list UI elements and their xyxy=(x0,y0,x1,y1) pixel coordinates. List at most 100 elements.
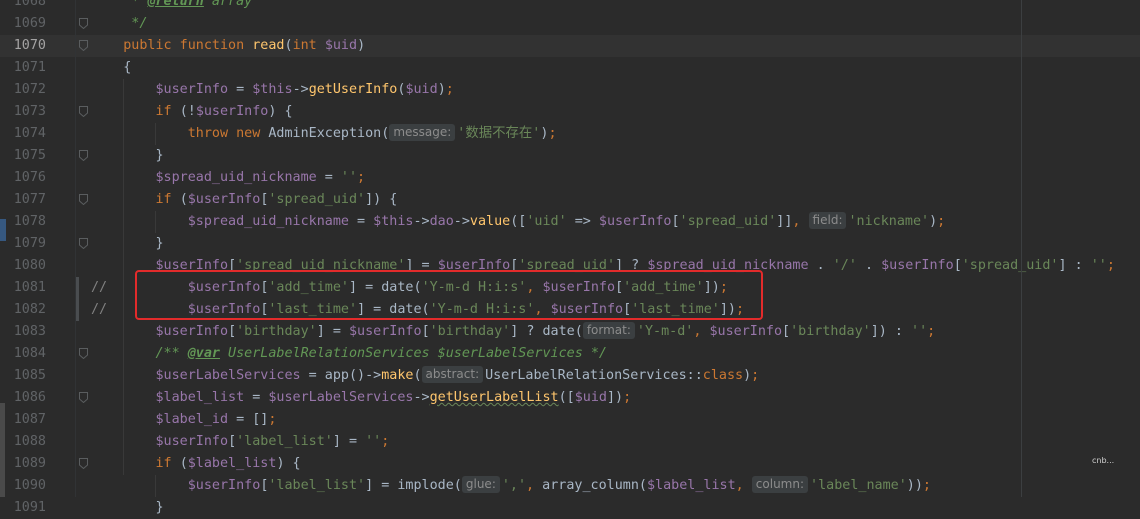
code-text: if ($userInfo['spread_uid']) { xyxy=(91,189,397,211)
code-token: = xyxy=(316,170,341,185)
code-line[interactable]: 1077 if ($userInfo['spread_uid']) { xyxy=(0,189,1140,211)
code-line[interactable]: 1090 $userInfo['label_list'] = implode(g… xyxy=(0,475,1140,497)
code-token: ] = xyxy=(332,434,366,449)
code-token: int xyxy=(292,38,325,53)
code-token: { xyxy=(91,60,132,75)
code-token: ]) xyxy=(607,390,624,405)
code-token: => xyxy=(566,214,599,229)
code-token: 'birthday' xyxy=(790,324,871,339)
code-token: ] = implode( xyxy=(365,478,462,493)
code-line[interactable]: 1073 if (!$userInfo) { xyxy=(0,101,1140,123)
code-token: $uid xyxy=(574,390,607,405)
code-editor[interactable]: 1068 * @return array 1069 */1070 public f… xyxy=(0,0,1140,515)
line-number: 1076 xyxy=(13,170,46,185)
code-token: */ xyxy=(91,16,148,31)
code-token: 'spread_uid' xyxy=(961,258,1059,273)
code-token: $spread_uid_nickname xyxy=(91,214,349,229)
code-line[interactable]: 1083 $userInfo['birthday'] = $userInfo['… xyxy=(0,321,1140,343)
line-number: 1081 xyxy=(13,280,46,295)
code-line[interactable]: 1070 public function read(int $uid) xyxy=(0,35,1140,57)
code-text: */ xyxy=(91,13,147,35)
code-line[interactable]: 1068 * @return array xyxy=(0,0,1140,13)
code-token: dao xyxy=(429,214,454,229)
code-line[interactable]: 1086 $label_list = $userLabelServices->g… xyxy=(0,387,1140,409)
code-line[interactable]: 1069 */ xyxy=(0,13,1140,35)
line-number: 1070 xyxy=(13,38,46,53)
indent-guide xyxy=(155,123,156,145)
fold-marker-icon[interactable] xyxy=(79,194,88,205)
code-token: [ xyxy=(953,258,962,273)
parameter-hint: field: xyxy=(808,212,847,229)
code-token: ([ xyxy=(510,214,527,229)
code-line[interactable]: 1078 $spread_uid_nickname = $this->dao->… xyxy=(0,211,1140,233)
line-number: 1084 xyxy=(13,346,46,361)
code-line[interactable]: 1089 if ($label_list) { xyxy=(0,453,1140,475)
code-line[interactable]: 1075 } xyxy=(0,145,1140,167)
code-token: $userInfo xyxy=(91,478,261,493)
code-token: ]) { xyxy=(365,192,398,207)
fold-marker-icon[interactable] xyxy=(79,458,88,469)
code-line[interactable]: 1087 $label_id = []; xyxy=(0,409,1140,431)
code-token: ; xyxy=(751,368,760,383)
fold-marker-icon[interactable] xyxy=(79,106,88,117)
code-token: ; xyxy=(445,82,454,97)
code-token: = xyxy=(244,390,269,405)
fold-marker-icon[interactable] xyxy=(79,40,88,51)
line-number: 1077 xyxy=(13,192,46,207)
fold-marker-icon[interactable] xyxy=(79,392,88,403)
fold-marker-icon[interactable] xyxy=(79,238,88,249)
code-text: $spread_uid_nickname = ''; xyxy=(91,167,365,189)
fold-marker-icon[interactable] xyxy=(79,18,88,29)
line-number: 1073 xyxy=(13,104,46,119)
code-token: ; xyxy=(1106,258,1115,273)
code-token: if xyxy=(91,192,180,207)
code-line[interactable]: 1085 $userLabelServices = app()->make(ab… xyxy=(0,365,1140,387)
parameter-hint: abstract: xyxy=(421,366,484,383)
code-token: value xyxy=(469,214,511,229)
code-token: ]) : xyxy=(870,324,912,339)
code-token: (! xyxy=(179,104,196,119)
code-line[interactable]: 1072 $userInfo = $this->getUserInfo($uid… xyxy=(0,79,1140,101)
code-token: '' xyxy=(365,434,382,449)
parameter-hint: format: xyxy=(582,322,635,339)
code-token: public function xyxy=(91,38,253,53)
code-line[interactable]: 1074 throw new AdminException(message: '数… xyxy=(0,123,1140,145)
code-token: } xyxy=(91,500,164,515)
code-token: UserLabelRelationServices:: xyxy=(485,368,703,383)
code-token: class xyxy=(702,368,744,383)
code-text: $label_list = $userLabelServices->getUse… xyxy=(91,387,631,409)
code-token: ] = xyxy=(316,324,349,339)
code-token: 'nickname' xyxy=(848,214,930,229)
code-token: 'label_name' xyxy=(810,478,907,493)
code-token: ] : xyxy=(1058,258,1091,273)
code-line[interactable]: 1071 { xyxy=(0,57,1140,79)
line-number: 1089 xyxy=(13,456,46,471)
indent-guide xyxy=(155,211,156,233)
code-token: ) xyxy=(743,368,752,383)
code-token: } xyxy=(91,148,164,163)
code-token: if xyxy=(91,104,180,119)
code-token: $userLabelServices xyxy=(437,346,583,361)
code-line[interactable]: 1084 /** @var UserLabelRelationServices … xyxy=(0,343,1140,365)
indent-guide xyxy=(123,79,124,475)
code-line[interactable]: 1079 } xyxy=(0,233,1140,255)
code-token: $label_list xyxy=(91,390,245,405)
code-token: throw new xyxy=(91,126,269,141)
code-token: . xyxy=(808,258,833,273)
code-line[interactable]: 1088 $userInfo['label_list'] = ''; xyxy=(0,431,1140,453)
line-number: 1069 xyxy=(13,16,46,31)
line-number: 1083 xyxy=(13,324,46,339)
line-number: 1090 xyxy=(13,478,46,493)
code-token: @return xyxy=(147,0,204,9)
code-token: -> xyxy=(453,214,470,229)
bookmark-marker xyxy=(0,219,6,241)
fold-marker-icon[interactable] xyxy=(79,348,88,359)
code-token: UserLabelRelationServices xyxy=(220,346,438,361)
code-token: -> xyxy=(292,82,309,97)
fold-marker-icon[interactable] xyxy=(79,150,88,161)
code-line[interactable]: 1076 $spread_uid_nickname = ''; xyxy=(0,167,1140,189)
code-token: ( xyxy=(413,368,422,383)
code-token: if xyxy=(91,456,180,471)
code-line[interactable]: 1091 } xyxy=(0,497,1140,519)
vcs-change-marker[interactable] xyxy=(76,277,79,321)
